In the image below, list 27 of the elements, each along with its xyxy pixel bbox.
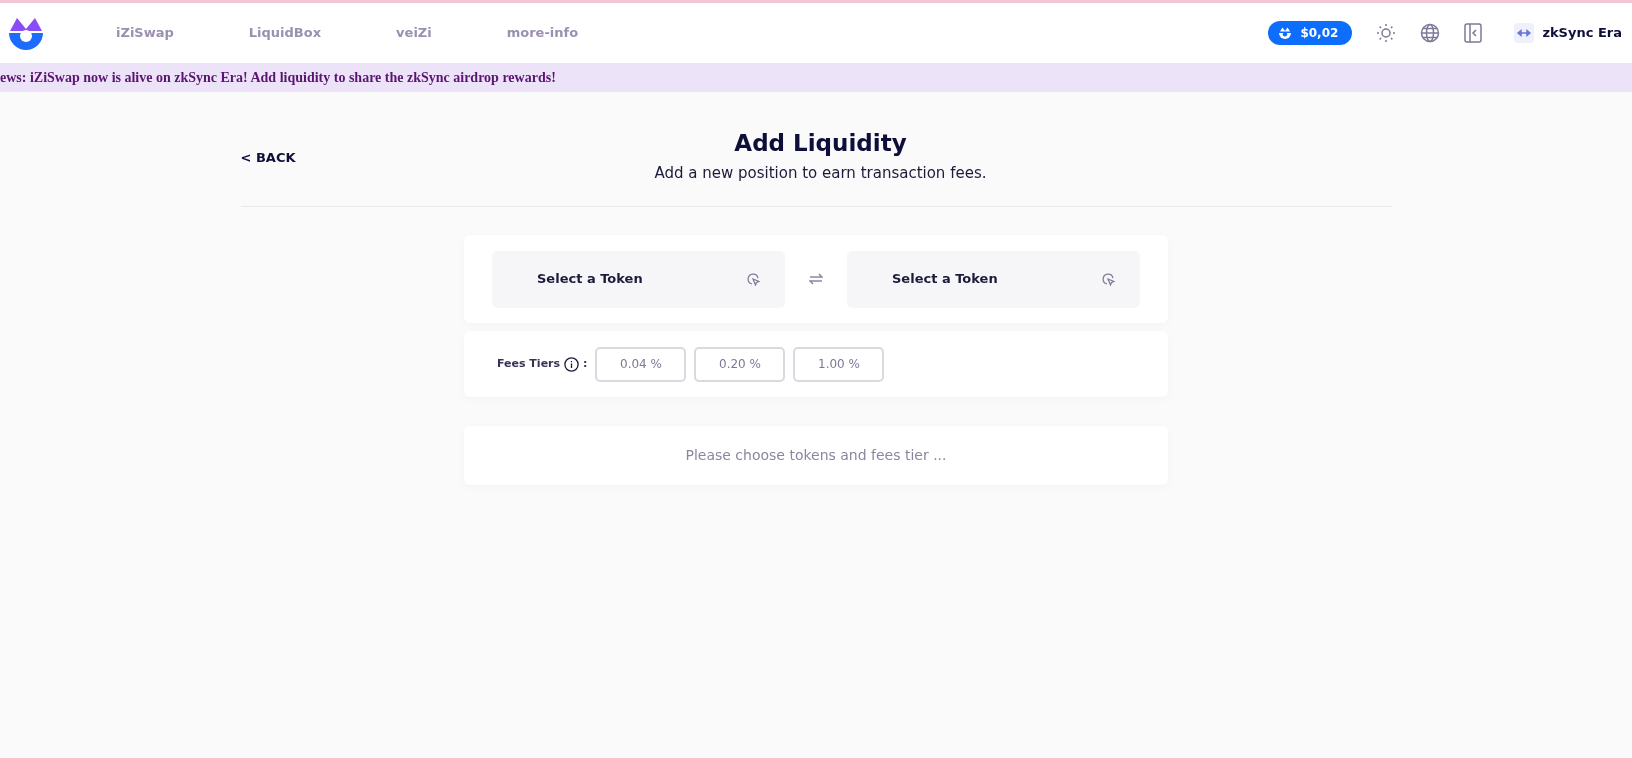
nav-link[interactable]: veiZi bbox=[396, 23, 432, 43]
colon-label: : bbox=[583, 355, 588, 372]
token-select-button[interactable]: Select a Token bbox=[492, 250, 785, 308]
status-message: Please choose tokens and fees tier ... bbox=[685, 446, 947, 466]
nav-link[interactable]: more-info bbox=[506, 23, 579, 43]
network-icon[interactable] bbox=[1514, 23, 1535, 43]
nav-link[interactable]: LiquidBox bbox=[248, 23, 322, 43]
pointer-icon bbox=[746, 272, 760, 287]
news-banner: ews: iZiSwap now is alive on zkSync Era! Add liquidity to share the zkSync airdrop rewards! bbox=[0, 63, 1632, 92]
fee-tier-button[interactable]: 0.04 % bbox=[595, 346, 687, 382]
fee-tier-button[interactable]: 1.00 % bbox=[793, 346, 885, 382]
coin-icon bbox=[1278, 26, 1293, 40]
page-title: Add Liquidity bbox=[733, 130, 908, 158]
price-button[interactable]: $0,02 bbox=[1268, 21, 1353, 45]
swap-icon[interactable] bbox=[809, 273, 823, 286]
back-link[interactable]: < BACK bbox=[240, 150, 296, 166]
sun-icon[interactable] bbox=[1376, 23, 1397, 43]
sidebar-toggle-icon[interactable] bbox=[1464, 23, 1483, 43]
token-select-button[interactable]: Select a Token bbox=[847, 250, 1140, 308]
network-name[interactable]: zkSync Era bbox=[1542, 23, 1622, 43]
nav-link[interactable]: iZiSwap bbox=[116, 23, 174, 43]
fee-tier-button[interactable]: 0.20 % bbox=[694, 346, 786, 382]
info-icon[interactable] bbox=[564, 356, 580, 372]
page-subtitle: Add a new position to earn transaction fees. bbox=[653, 162, 988, 184]
globe-icon[interactable] bbox=[1420, 23, 1441, 43]
pointer-icon bbox=[1101, 272, 1115, 287]
fees-tiers-label: Fees Tiers bbox=[497, 355, 561, 372]
